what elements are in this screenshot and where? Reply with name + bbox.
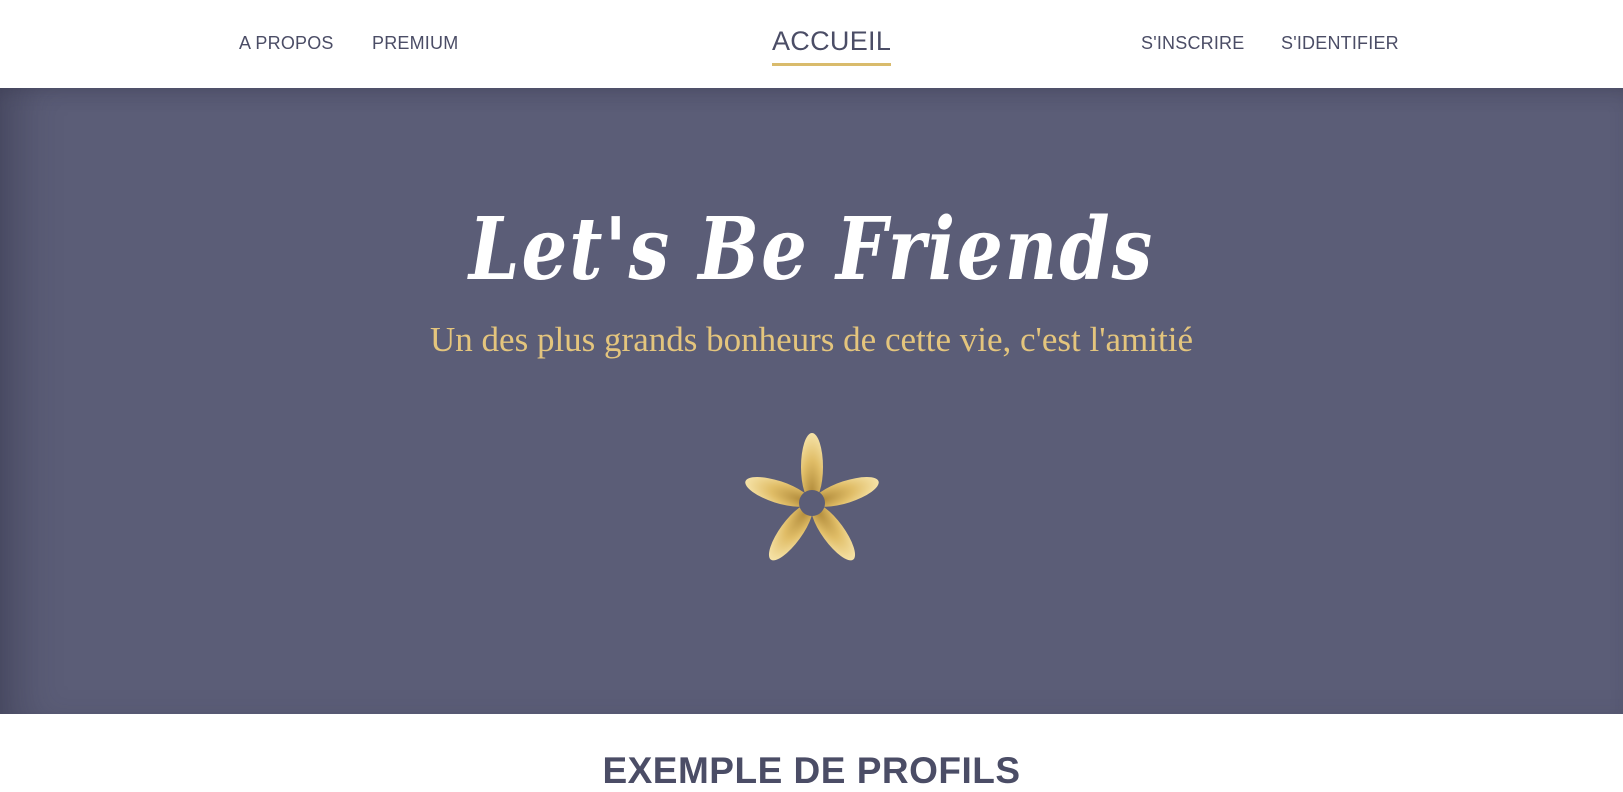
nav-link-premium[interactable]: PREMIUM <box>372 33 458 54</box>
hero-title: Let's Be Friends <box>468 197 1155 300</box>
flower-icon <box>745 433 879 561</box>
nav-link-signup[interactable]: S'INSCRIRE <box>1141 33 1244 54</box>
nav-link-home[interactable]: ACCUEIL <box>772 26 892 66</box>
hero-banner: Let's Be Friends Un des plus grands bonh… <box>0 88 1623 714</box>
hero-subtitle: Un des plus grands bonheurs de cette vie… <box>430 320 1193 359</box>
top-navigation: A PROPOS PREMIUM ACCUEIL S'INSCRIRE S'ID… <box>0 0 1623 88</box>
nav-link-about[interactable]: A PROPOS <box>239 33 334 54</box>
nav-link-login[interactable]: S'IDENTIFIER <box>1281 33 1399 54</box>
section-title: EXEMPLE DE PROFILS <box>602 750 1021 791</box>
